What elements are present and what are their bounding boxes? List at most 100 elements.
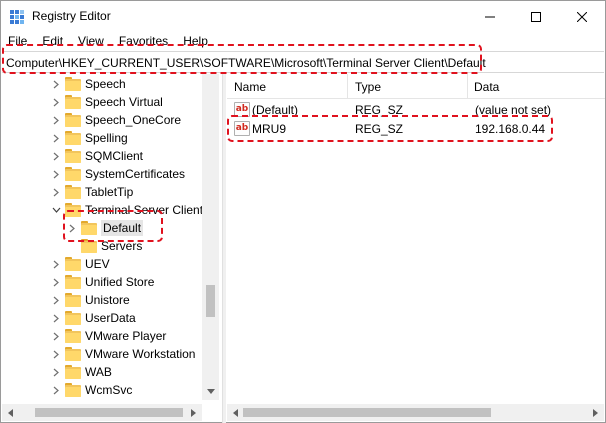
value-row-default[interactable]: ab (Default) REG_SZ (value not set) [227,101,605,119]
chevron-right-icon[interactable] [50,111,62,129]
tree-scroll-right-button[interactable] [185,404,202,421]
maximize-icon [531,11,541,22]
tree-item[interactable]: Unified Store [50,273,154,291]
tree-vertical-scroll-thumb[interactable] [206,285,215,317]
list-scroll-right-button[interactable] [587,404,604,421]
tree-item-label: Speech Virtual [85,95,163,109]
chevron-right-icon[interactable] [50,273,62,291]
address-bar[interactable]: Computer\HKEY_CURRENT_USER\SOFTWARE\Micr… [2,51,604,73]
tree-item[interactable]: Servers [66,237,142,255]
menu-file[interactable]: File [1,32,32,50]
tree-item[interactable]: WcmSvc [50,381,132,399]
tree-item-label: Speech [85,77,126,91]
tree-scroll-left-button[interactable] [2,404,19,421]
tree-vertical-scrollbar[interactable] [202,74,219,400]
folder-icon [65,95,81,109]
title-bar: Registry Editor [1,1,605,32]
tree-item-label: Terminal Server Client [85,203,204,217]
window-title: Registry Editor [32,9,111,23]
tree-horizontal-scroll-thumb[interactable] [35,408,183,417]
tree-item-label: UserData [85,311,136,325]
tree-item[interactable]: WAB [50,363,112,381]
tree-item[interactable]: VMware Player [50,327,166,345]
tree-item-label: WAB [85,365,112,379]
tree-item[interactable]: Spelling [50,129,128,147]
tree-item[interactable]: Default [66,219,144,237]
chevron-down-icon[interactable] [50,201,62,219]
chevron-left-icon [8,408,13,417]
folder-icon [81,239,97,253]
address-path[interactable]: Computer\HKEY_CURRENT_USER\SOFTWARE\Micr… [6,56,486,70]
value-type: REG_SZ [355,122,404,136]
tree-item[interactable]: SQMClient [50,147,143,165]
folder-icon [65,347,81,361]
chevron-right-icon[interactable] [50,345,62,363]
registry-editor-window: Registry Editor File Edit View Favorites… [0,0,606,423]
tree-item-label: SQMClient [85,149,144,163]
menu-edit[interactable]: Edit [37,32,68,50]
chevron-right-icon[interactable] [50,165,62,183]
chevron-right-icon[interactable] [50,327,62,345]
tree-item-label: VMware Player [85,329,167,343]
maximize-button[interactable] [513,1,559,32]
minimize-button[interactable] [467,1,513,32]
tree-item[interactable]: Terminal Server Client [50,201,203,219]
tree-item[interactable]: UserData [50,309,136,327]
chevron-right-icon[interactable] [50,129,62,147]
column-header-name[interactable]: Name [234,80,266,94]
column-divider[interactable] [347,74,348,98]
tree-item[interactable]: TabletTip [50,183,133,201]
tree-scroll-down-button[interactable] [202,383,219,400]
tree-item[interactable]: Unistore [50,291,130,309]
tree-item[interactable]: UEV [50,255,110,273]
string-value-icon: ab [234,102,250,117]
minimize-icon [485,16,495,17]
list-horizontal-scroll-thumb[interactable] [243,408,491,417]
list-horizontal-scrollbar[interactable] [227,404,604,421]
tree-horizontal-scrollbar[interactable] [2,404,202,421]
chevron-right-icon [593,408,598,417]
chevron-left-icon [233,408,238,417]
chevron-right-icon[interactable] [66,219,78,237]
chevron-right-icon[interactable] [50,75,62,93]
tree-item[interactable]: VMware Workstation [50,345,195,363]
close-button[interactable] [559,1,605,32]
menu-help[interactable]: Help [178,32,213,50]
folder-icon [65,275,81,289]
list-header: Name Type Data [227,74,605,99]
chevron-right-icon[interactable] [50,147,62,165]
tree-item[interactable]: Speech [50,75,126,93]
chevron-right-icon[interactable] [50,381,62,399]
menu-view[interactable]: View [73,32,109,50]
menu-bar: File Edit View Favorites Help [1,32,605,50]
folder-icon [65,203,81,217]
tree-item-label: UEV [85,257,110,271]
column-header-type[interactable]: Type [355,80,381,94]
list-scroll-left-button[interactable] [227,404,244,421]
tree-item-label: WcmSvc [85,383,133,397]
key-tree-pane: Speech Speech Virtual Speech_OneCore Spelli… [2,74,220,423]
chevron-right-icon[interactable] [50,93,62,111]
folder-icon [65,257,81,271]
tree-item-label: SystemCertificates [85,167,186,181]
chevron-right-icon[interactable] [50,291,62,309]
menu-favorites[interactable]: Favorites [114,32,173,50]
tree-item[interactable]: SystemCertificates [50,165,185,183]
tree-item[interactable]: Speech Virtual [50,93,163,111]
tree-item-label: Default [101,220,144,236]
chevron-right-icon[interactable] [50,363,62,381]
folder-icon [81,221,97,235]
pane-splitter[interactable] [222,74,226,423]
chevron-right-icon[interactable] [50,255,62,273]
chevron-right-icon[interactable] [50,183,62,201]
column-header-data[interactable]: Data [474,80,499,94]
tree-item[interactable]: Speech_OneCore [50,111,181,129]
column-divider[interactable] [467,74,468,98]
tree-item-label: Servers [101,239,143,253]
folder-icon [65,293,81,307]
string-value-icon: ab [234,121,250,136]
value-row-mru9[interactable]: ab MRU9 REG_SZ 192.168.0.44 [227,120,605,138]
chevron-right-icon [191,408,196,417]
chevron-right-icon[interactable] [50,309,62,327]
